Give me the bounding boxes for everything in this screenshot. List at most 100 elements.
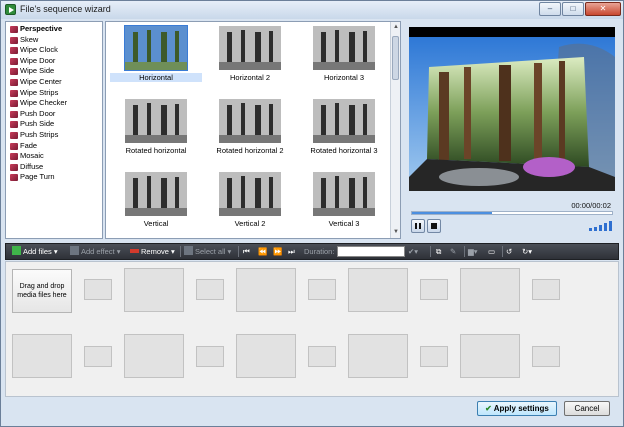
add-files-button[interactable]: Add files ▾: [12, 245, 58, 258]
transition-slot[interactable]: [196, 346, 224, 367]
stamp-icon: ▆▾: [468, 247, 478, 256]
effect-icon: [10, 142, 18, 150]
effect-item[interactable]: Skew: [10, 35, 102, 46]
effect-icon: [10, 131, 18, 139]
transition-slot[interactable]: [308, 346, 336, 367]
effect-thumbnail[interactable]: Vertical: [110, 170, 200, 238]
next-button[interactable]: ⏩: [273, 245, 282, 258]
stop-button[interactable]: [427, 219, 441, 233]
remove-label: Remove: [141, 247, 169, 256]
thumbnail-label: Rotated horizontal: [125, 146, 187, 155]
drop-zone[interactable]: Drag and drop media files here: [12, 269, 72, 313]
effect-thumbnail[interactable]: Rotated horizontal: [110, 97, 200, 167]
close-button[interactable]: ✕: [585, 2, 621, 16]
media-slot[interactable]: [460, 268, 520, 312]
rewind-icon: ⏪: [258, 247, 268, 256]
crop-button[interactable]: ⧉: [436, 245, 441, 258]
apply-duration-button[interactable]: ✔▾: [408, 245, 418, 258]
scrollbar-thumb[interactable]: [392, 36, 399, 80]
effect-thumbnail[interactable]: Rotated horizontal 2: [204, 97, 294, 167]
transition-slot[interactable]: [420, 279, 448, 300]
maximize-button[interactable]: □: [562, 2, 584, 16]
thumbnails-scrollbar[interactable]: ▲ ▼: [390, 22, 400, 238]
effect-thumbnail[interactable]: Rotated horizontal 3: [298, 97, 388, 167]
stamp-button[interactable]: ▆▾: [468, 245, 478, 258]
select-all-button[interactable]: Select all ▾: [184, 245, 231, 258]
effect-thumbnail[interactable]: Vertical 2: [204, 170, 294, 238]
effect-thumbnail[interactable]: Vertical 3: [298, 170, 388, 238]
effect-item[interactable]: Fade: [10, 141, 102, 152]
duration-label: Duration:: [304, 247, 335, 256]
effect-icon: [10, 153, 18, 161]
effect-item[interactable]: Wipe Clock: [10, 45, 102, 56]
effect-thumbnail[interactable]: Horizontal: [110, 24, 202, 94]
media-slot[interactable]: [348, 268, 408, 312]
last-button[interactable]: ⏭: [288, 245, 295, 258]
effect-label: Wipe Door: [20, 55, 56, 65]
effect-item[interactable]: Push Side: [10, 119, 102, 130]
tools-button[interactable]: ✎: [450, 245, 456, 258]
frame-button[interactable]: ▭: [488, 245, 495, 258]
select-all-icon: [184, 246, 193, 255]
rotate-right-button[interactable]: ↻▾: [522, 245, 532, 258]
effect-thumbnail[interactable]: Horizontal 2: [204, 24, 294, 94]
add-effect-button[interactable]: Add effect ▾: [70, 245, 121, 258]
transition-slot[interactable]: [84, 279, 112, 300]
media-slot[interactable]: [236, 268, 296, 312]
effect-label: Mosaic: [20, 151, 44, 161]
effect-item[interactable]: Wipe Door: [10, 56, 102, 67]
cancel-button[interactable]: Cancel: [564, 401, 610, 416]
transition-slot[interactable]: [420, 346, 448, 367]
effect-item[interactable]: Page Turn: [10, 172, 102, 183]
effect-thumbnail[interactable]: Horizontal 3: [298, 24, 388, 94]
volume-indicator[interactable]: [589, 221, 615, 231]
first-button[interactable]: ⏮: [243, 245, 250, 258]
minimize-button[interactable]: –: [539, 2, 561, 16]
effect-label: Skew: [20, 34, 39, 44]
transition-slot[interactable]: [196, 279, 224, 300]
effect-item[interactable]: Wipe Checker: [10, 98, 102, 109]
thumbnail-image: [124, 25, 188, 71]
timeline-area[interactable]: Drag and drop media files here: [5, 261, 619, 397]
effect-item[interactable]: Push Strips: [10, 130, 102, 141]
transition-slot[interactable]: [308, 279, 336, 300]
pause-button[interactable]: [411, 219, 425, 233]
media-slot[interactable]: [124, 268, 184, 312]
time-readout: 00:00/00:02: [571, 201, 611, 210]
transition-slot[interactable]: [532, 346, 560, 367]
transition-slot[interactable]: [84, 346, 112, 367]
media-slot[interactable]: [236, 334, 296, 378]
stop-icon: [431, 223, 437, 229]
scroll-down-icon[interactable]: ▼: [392, 228, 400, 237]
media-slot[interactable]: [348, 334, 408, 378]
duration-field[interactable]: [337, 246, 405, 257]
media-slot[interactable]: [460, 334, 520, 378]
preview-progress-bar[interactable]: [411, 211, 613, 215]
add-files-icon: [12, 246, 21, 255]
effect-item[interactable]: Diffuse: [10, 162, 102, 173]
media-slot[interactable]: [12, 334, 72, 378]
media-slot[interactable]: [124, 334, 184, 378]
check-icon: ✔: [408, 247, 415, 256]
remove-button[interactable]: Remove ▾: [130, 245, 175, 258]
thumbnail-label: Rotated horizontal 2: [216, 146, 284, 155]
effect-label: Page Turn: [20, 172, 55, 182]
rotate-left-button[interactable]: ↺: [506, 245, 512, 258]
prev-button[interactable]: ⏪: [258, 245, 267, 258]
effect-item[interactable]: Push Door: [10, 109, 102, 120]
effect-item[interactable]: Wipe Strips: [10, 88, 102, 99]
effect-item[interactable]: Perspective: [10, 24, 102, 35]
volume-bar: [589, 228, 592, 231]
effect-label: Wipe Clock: [20, 45, 58, 55]
fast-forward-icon: ⏩: [273, 247, 283, 256]
scroll-up-icon[interactable]: ▲: [392, 23, 400, 32]
effect-item[interactable]: Wipe Center: [10, 77, 102, 88]
effect-item[interactable]: Mosaic: [10, 151, 102, 162]
effect-icon: [10, 36, 18, 44]
thumbnail-image: [313, 99, 375, 143]
thumbnail-image: [125, 172, 187, 216]
transition-slot[interactable]: [532, 279, 560, 300]
apply-settings-button[interactable]: ✔ Apply settings: [477, 401, 557, 416]
frame-icon: ▭: [488, 247, 496, 256]
effect-item[interactable]: Wipe Side: [10, 66, 102, 77]
